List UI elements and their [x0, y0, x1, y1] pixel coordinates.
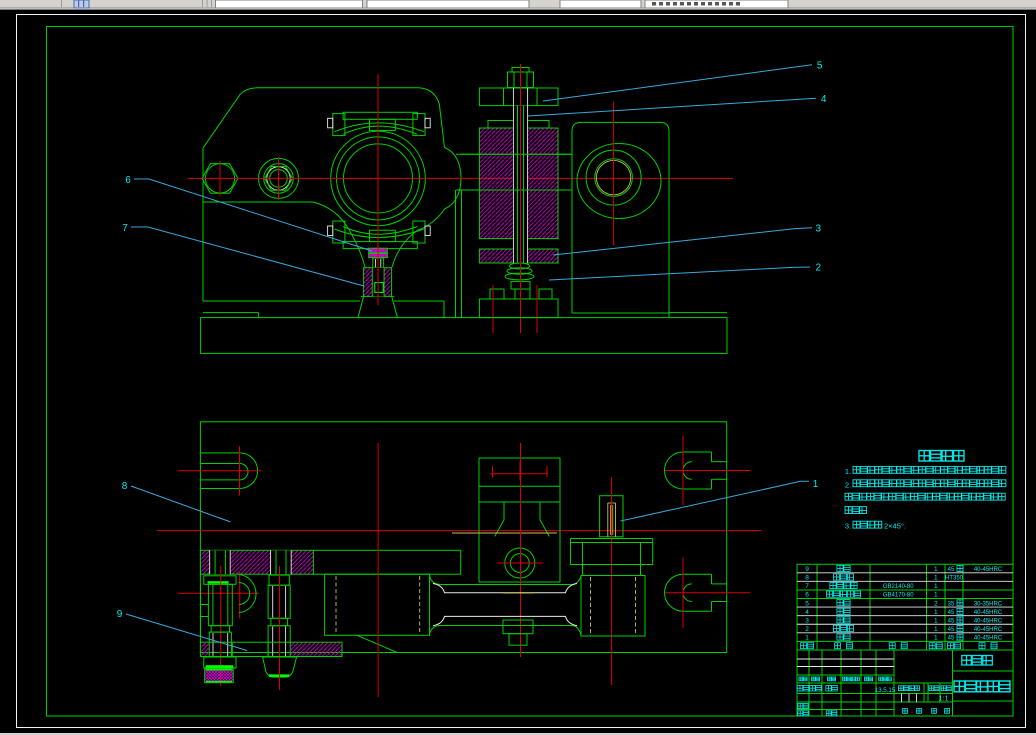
svg-text:45: 45 [948, 618, 955, 624]
svg-text:45: 45 [948, 610, 955, 616]
svg-text:3: 3 [816, 223, 822, 234]
svg-text:2: 2 [816, 263, 822, 274]
svg-text:40-45HRC: 40-45HRC [974, 610, 1003, 616]
svg-text:1: 1 [934, 566, 938, 573]
svg-text:13.5.15: 13.5.15 [875, 687, 896, 694]
svg-text:35: 35 [948, 601, 955, 607]
svg-text:2: 2 [805, 626, 809, 633]
svg-text:2×45°.: 2×45°. [884, 522, 906, 531]
svg-text:2: 2 [934, 600, 938, 607]
svg-text:1.: 1. [845, 467, 851, 476]
svg-text:8: 8 [805, 575, 809, 582]
svg-text:1:1: 1:1 [939, 696, 949, 703]
svg-text:1: 1 [813, 479, 819, 490]
svg-text:1: 1 [934, 583, 938, 590]
svg-text:6: 6 [125, 175, 131, 186]
svg-text:45: 45 [948, 567, 955, 573]
svg-text:9: 9 [805, 566, 809, 573]
svg-text:GB2140-80: GB2140-80 [883, 584, 914, 590]
svg-text:40-45HRC: 40-45HRC [974, 636, 1003, 642]
svg-text:45: 45 [948, 636, 955, 642]
svg-text:1: 1 [934, 626, 938, 633]
svg-text:5: 5 [805, 600, 809, 607]
svg-text:3.: 3. [845, 522, 851, 531]
svg-text:1: 1 [934, 575, 938, 582]
svg-text:GB4170-80: GB4170-80 [883, 593, 914, 599]
svg-text:45: 45 [948, 627, 955, 633]
svg-text:9: 9 [117, 609, 123, 620]
svg-text:1: 1 [934, 592, 938, 599]
svg-text:40-45HRC: 40-45HRC [974, 627, 1003, 633]
svg-text:7: 7 [805, 583, 809, 590]
svg-text:1: 1 [805, 635, 809, 642]
svg-text:40-45HRC: 40-45HRC [974, 567, 1003, 573]
svg-text:HT350: HT350 [945, 576, 964, 582]
svg-text:3: 3 [805, 617, 809, 624]
svg-text:30-35HRC: 30-35HRC [974, 601, 1003, 607]
svg-text:7: 7 [122, 223, 128, 234]
svg-text:1: 1 [934, 609, 938, 616]
svg-text:8: 8 [122, 481, 128, 492]
svg-text:40-45HRC: 40-45HRC [974, 618, 1003, 624]
svg-text:1: 1 [934, 635, 938, 642]
svg-text:4: 4 [821, 94, 827, 105]
svg-text:6: 6 [805, 592, 809, 599]
svg-text:2.: 2. [845, 480, 851, 489]
svg-text:1: 1 [934, 617, 938, 624]
svg-text:5: 5 [817, 61, 823, 72]
svg-text:4: 4 [805, 609, 809, 616]
